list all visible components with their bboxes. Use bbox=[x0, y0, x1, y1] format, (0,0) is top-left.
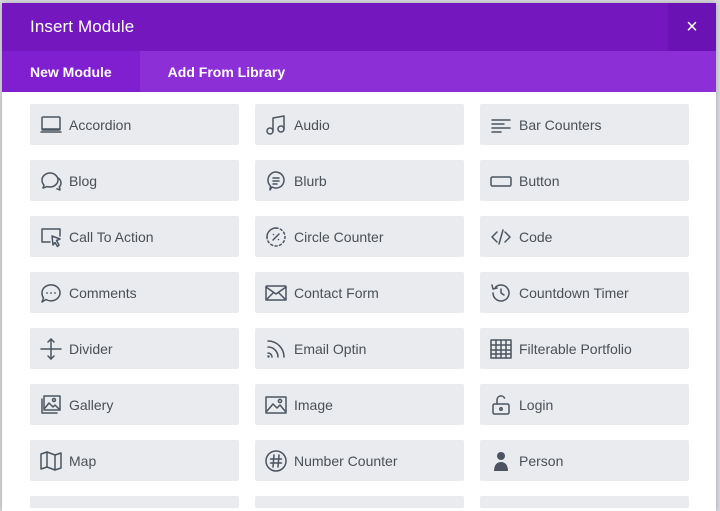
tab-add-from-library[interactable]: Add From Library bbox=[140, 51, 313, 92]
modal-header: Insert Module × bbox=[2, 3, 716, 51]
module-label: Call To Action bbox=[69, 228, 154, 245]
module-login[interactable]: Login bbox=[480, 384, 689, 425]
module-audio[interactable]: Audio bbox=[255, 104, 464, 145]
close-button[interactable]: × bbox=[668, 3, 716, 51]
module-label: Audio bbox=[294, 116, 330, 133]
button-icon bbox=[488, 168, 514, 194]
bar-counters-icon bbox=[488, 112, 514, 138]
module-circle-counter[interactable]: Circle Counter bbox=[255, 216, 464, 257]
module-label: Button bbox=[519, 172, 560, 189]
circle-counter-icon bbox=[263, 224, 289, 250]
module-partial[interactable] bbox=[255, 496, 464, 508]
module-label: Image bbox=[294, 396, 333, 413]
module-email-optin[interactable]: Email Optin bbox=[255, 328, 464, 369]
module-gallery[interactable]: Gallery bbox=[30, 384, 239, 425]
module-comments[interactable]: Comments bbox=[30, 272, 239, 313]
module-blog[interactable]: Blog bbox=[30, 160, 239, 201]
contact-form-icon bbox=[263, 280, 289, 306]
module-code[interactable]: Code bbox=[480, 216, 689, 257]
module-label: Comments bbox=[69, 284, 137, 301]
accordion-icon bbox=[38, 112, 64, 138]
module-number-counter[interactable]: Number Counter bbox=[255, 440, 464, 481]
number-counter-icon bbox=[263, 448, 289, 474]
login-icon bbox=[488, 392, 514, 418]
map-icon bbox=[38, 448, 64, 474]
module-label: Code bbox=[519, 228, 553, 245]
filterable-portfolio-icon bbox=[488, 336, 514, 362]
module-label: Email Optin bbox=[294, 340, 367, 357]
person-icon bbox=[488, 448, 514, 474]
module-label: Countdown Timer bbox=[519, 284, 629, 301]
tab-new-module[interactable]: New Module bbox=[2, 51, 140, 92]
divider-icon bbox=[38, 336, 64, 362]
call-to-action-icon bbox=[38, 224, 64, 250]
module-label: Login bbox=[519, 396, 554, 413]
module-call-to-action[interactable]: Call To Action bbox=[30, 216, 239, 257]
module-label: Map bbox=[69, 452, 97, 469]
module-label: Bar Counters bbox=[519, 116, 602, 133]
module-label: Circle Counter bbox=[294, 228, 384, 245]
module-label: Blog bbox=[69, 172, 98, 189]
module-label: Number Counter bbox=[294, 452, 398, 469]
blog-icon bbox=[38, 168, 64, 194]
module-bar-counters[interactable]: Bar Counters bbox=[480, 104, 689, 145]
module-image[interactable]: Image bbox=[255, 384, 464, 425]
module-person[interactable]: Person bbox=[480, 440, 689, 481]
module-filterable-portfolio[interactable]: Filterable Portfolio bbox=[480, 328, 689, 369]
blurb-icon bbox=[263, 168, 289, 194]
module-grid: Accordion Audio Bar Counters Blog Blurb … bbox=[30, 104, 689, 508]
module-contact-form[interactable]: Contact Form bbox=[255, 272, 464, 313]
audio-icon bbox=[263, 112, 289, 138]
module-button[interactable]: Button bbox=[480, 160, 689, 201]
module-label: Filterable Portfolio bbox=[519, 340, 632, 357]
image-icon bbox=[263, 392, 289, 418]
module-label: Gallery bbox=[69, 396, 114, 413]
gallery-icon bbox=[38, 392, 64, 418]
comments-icon bbox=[38, 280, 64, 306]
module-map[interactable]: Map bbox=[30, 440, 239, 481]
module-label: Blurb bbox=[294, 172, 327, 189]
module-blurb[interactable]: Blurb bbox=[255, 160, 464, 201]
tab-bar: New Module Add From Library bbox=[2, 51, 716, 92]
module-partial[interactable] bbox=[30, 496, 239, 508]
countdown-timer-icon bbox=[488, 280, 514, 306]
code-icon bbox=[488, 224, 514, 250]
module-label: Divider bbox=[69, 340, 113, 357]
module-countdown-timer[interactable]: Countdown Timer bbox=[480, 272, 689, 313]
module-label: Accordion bbox=[69, 116, 132, 133]
email-optin-icon bbox=[263, 336, 289, 362]
module-accordion[interactable]: Accordion bbox=[30, 104, 239, 145]
module-divider[interactable]: Divider bbox=[30, 328, 239, 369]
close-icon: × bbox=[686, 16, 698, 38]
module-partial[interactable] bbox=[480, 496, 689, 508]
modal-title: Insert Module bbox=[30, 17, 135, 36]
module-label: Contact Form bbox=[294, 284, 379, 301]
module-label: Person bbox=[519, 452, 564, 469]
insert-module-modal: Insert Module × New Module Add From Libr… bbox=[2, 3, 716, 511]
